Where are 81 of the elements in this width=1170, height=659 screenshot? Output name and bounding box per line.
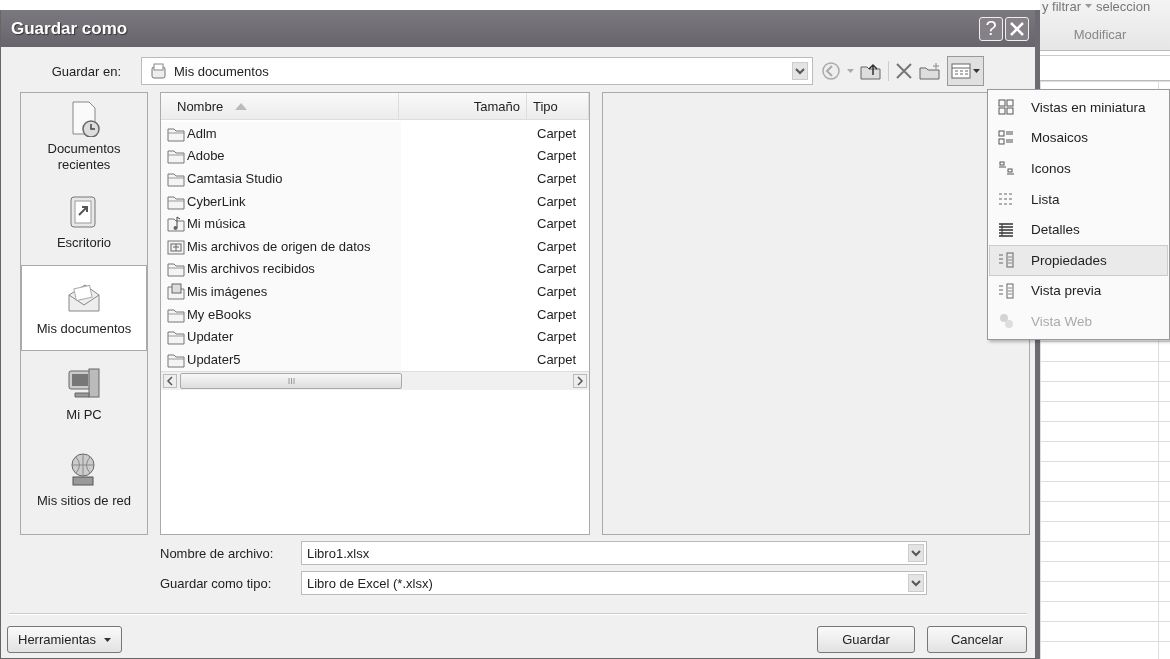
new-folder-icon [919, 62, 941, 80]
caret-icon [847, 69, 854, 73]
preview-view-icon [996, 281, 1015, 300]
data-folder-icon [167, 237, 185, 255]
file-type-cell: Carpet [537, 148, 577, 164]
file-type-cell: Carpet [537, 306, 577, 322]
ribbon-label[interactable]: y filtrar [1042, 0, 1081, 14]
help-button[interactable]: ? [979, 16, 1003, 41]
file-type-cell: Carpet [537, 193, 577, 209]
places-item[interactable]: Escritorio [21, 179, 147, 265]
formula-bar[interactable] [1040, 55, 1170, 81]
view-menu-item[interactable]: Iconos [989, 153, 1168, 184]
sort-arrow-icon [235, 102, 248, 110]
file-name-cell[interactable]: CyberLink [187, 193, 246, 209]
places-item[interactable]: Mi PC [21, 351, 147, 437]
cancel-button[interactable]: Cancelar [927, 626, 1027, 653]
file-name-cell[interactable]: My eBooks [187, 306, 252, 322]
folder-up-icon [860, 62, 882, 80]
ribbon-label[interactable]: seleccion [1096, 0, 1151, 14]
caret-icon [104, 637, 112, 642]
caret-icon [1085, 4, 1092, 8]
view-menu-item[interactable]: Vista previa [989, 275, 1168, 307]
file-type-field[interactable]: Libro de Excel (*.xlsx) [301, 571, 927, 595]
right-chevron-icon [573, 373, 587, 388]
views-button[interactable] [947, 56, 984, 86]
view-menu-item[interactable]: Mosaicos [989, 122, 1168, 154]
save-button[interactable]: Guardar [817, 626, 915, 653]
details-view-icon [996, 220, 1015, 239]
places-label: Mis documentos [36, 321, 132, 337]
file-type-cell: Carpet [537, 261, 577, 277]
view-menu-item[interactable]: Propiedades [989, 244, 1168, 276]
file-type-cell: Carpet [537, 238, 577, 254]
file-type-label: Guardar como tipo: [159, 575, 273, 591]
icons-view-icon [996, 159, 1015, 178]
thumbnails-icon [996, 98, 1015, 117]
close-button[interactable] [1005, 16, 1029, 41]
folder-icon [167, 260, 185, 278]
tiles-icon [996, 128, 1015, 147]
file-name-label: Nombre de archivo: [159, 545, 275, 561]
places-label: Mis sitios de red [37, 493, 131, 509]
places-item[interactable]: Mis documentos [21, 265, 147, 351]
caret-icon [973, 69, 980, 73]
column-header[interactable]: Nombre [161, 93, 399, 119]
column-header[interactable]: Tipo [527, 93, 589, 119]
file-name-cell[interactable]: Adobe [187, 148, 225, 164]
horizontal-scrollbar[interactable] [161, 370, 589, 390]
left-chevron-icon [163, 373, 177, 388]
window-title: Guardar como [11, 18, 129, 39]
close-icon [1009, 20, 1025, 37]
tools-button[interactable]: Herramientas [7, 626, 123, 653]
save-in-dropdown[interactable]: Mis documentos [141, 57, 813, 85]
file-type-cell: Carpet [537, 351, 577, 367]
details-view-icon [951, 63, 971, 79]
column-header[interactable]: Tamaño [399, 93, 527, 119]
places-item[interactable]: Documentos recientes [21, 93, 147, 179]
places-label: Mi PC [66, 407, 102, 423]
places-item[interactable]: Mis sitios de red [21, 437, 147, 523]
view-menu-item[interactable]: Detalles [989, 214, 1168, 245]
folder-icon [167, 170, 185, 187]
places-label: Escritorio [56, 235, 112, 251]
file-name-cell[interactable]: Adlm [187, 125, 217, 141]
file-type-cell: Carpet [537, 283, 577, 299]
back-icon [821, 61, 841, 81]
folder-icon [167, 147, 185, 165]
file-type-cell: Carpet [537, 125, 577, 141]
view-menu-item[interactable]: Lista [989, 183, 1168, 215]
file-name-cell[interactable]: Mi música [187, 216, 246, 232]
grip-icon [287, 377, 295, 384]
ribbon-group-label: Modificar [1072, 27, 1128, 42]
file-type-cell: Carpet [537, 171, 577, 186]
file-type-cell: Carpet [537, 216, 577, 232]
view-menu-item[interactable]: Vistas en miniatura [989, 92, 1168, 123]
save-in-label: Guardar en: [50, 63, 122, 79]
file-type-cell: Carpet [537, 329, 577, 345]
properties-view-icon [996, 251, 1015, 270]
document-folder-icon [150, 63, 166, 79]
file-name-cell[interactable]: Updater5 [187, 351, 241, 367]
places-label: Documentos recientes [46, 141, 122, 173]
file-name-field[interactable]: Libro1.xlsx [301, 541, 927, 565]
file-name-cell[interactable]: Updater [187, 329, 234, 345]
delete-icon [895, 62, 913, 80]
